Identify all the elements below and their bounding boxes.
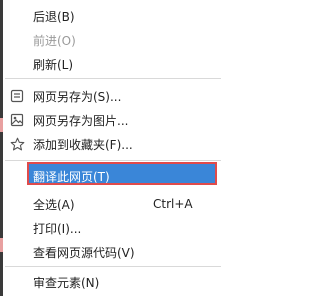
menu-item-back[interactable]: 后退(B) (5, 4, 221, 28)
menu-item-select-all[interactable]: 全选(A) Ctrl+A (5, 192, 221, 216)
menu-item-forward[interactable]: 前进(O) (5, 28, 221, 52)
menu-separator (5, 78, 221, 79)
menu-item-label: 全选(A) (33, 197, 75, 212)
edge-accent (0, 118, 3, 132)
menu-item-view-source[interactable]: 查看网页源代码(V) (5, 240, 221, 264)
menu-item-label: 网页另存为图片... (33, 113, 129, 128)
menu-item-label: 查看网页源代码(V) (33, 245, 135, 260)
menu-separator (5, 160, 221, 161)
menu-separator (5, 266, 221, 267)
menu-item-label: 刷新(L) (33, 57, 74, 72)
menu-item-label: 网页另存为(S)... (33, 89, 122, 104)
menu-item-label: 打印(I)... (33, 221, 82, 236)
menu-item-label: 翻译此网页(T) (33, 169, 110, 184)
menu-item-save-image[interactable]: 网页另存为图片... (5, 108, 221, 132)
menu-item-label: 审查元素(N) (33, 275, 100, 290)
menu-item-label: 添加到收藏夹(F)... (33, 137, 133, 152)
menu-item-label: 前进(O) (33, 33, 76, 48)
menu-item-save-page[interactable]: 网页另存为(S)... (5, 84, 221, 108)
menu-item-translate[interactable]: 翻译此网页(T) (5, 164, 221, 188)
menu-item-add-favorite[interactable]: 添加到收藏夹(F)... (5, 132, 221, 156)
edge-accent (0, 238, 3, 252)
window-edge (0, 0, 3, 296)
menu-item-refresh[interactable]: 刷新(L) (5, 52, 221, 76)
menu-item-inspect-element[interactable]: 审查元素(N) (5, 270, 221, 294)
menu-item-label: 后退(B) (33, 9, 75, 24)
save-image-icon (9, 112, 25, 128)
save-page-icon (9, 88, 25, 104)
context-menu: 后退(B) 前进(O) 刷新(L) 网页另存为(S)... 网页另存为图片... (5, 0, 221, 296)
menu-item-print[interactable]: 打印(I)... (5, 216, 221, 240)
star-icon (9, 136, 25, 152)
menu-item-shortcut: Ctrl+A (153, 197, 193, 211)
